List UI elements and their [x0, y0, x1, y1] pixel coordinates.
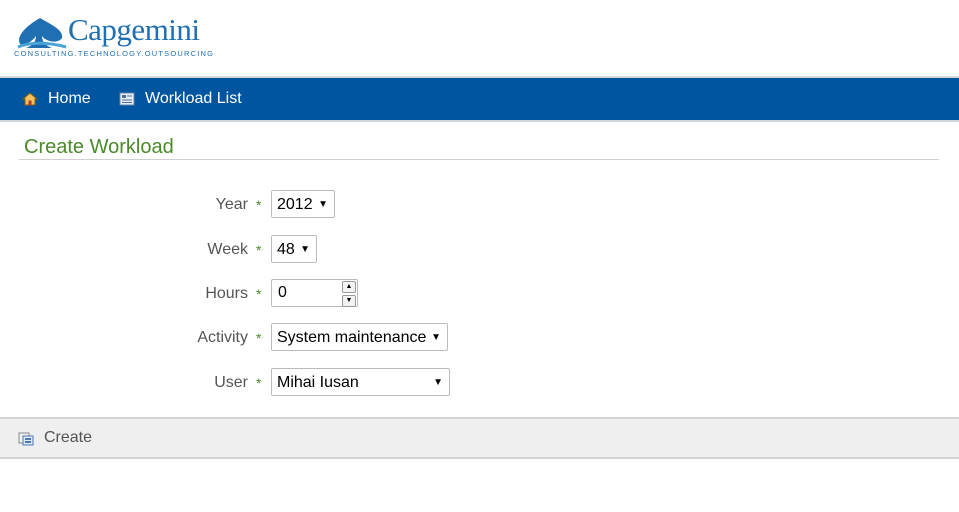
- dropdown-arrow-icon: ▼: [433, 377, 443, 388]
- dropdown-arrow-icon: ▼: [318, 199, 328, 210]
- document-list-icon: [119, 92, 135, 106]
- nav-home-label: Home: [48, 90, 91, 107]
- brand-tagline: CONSULTING.TECHNOLOGY.OUTSOURCING: [14, 49, 215, 58]
- brand-name: Capgemini: [68, 12, 200, 47]
- activity-select[interactable]: System maintenance ▼: [271, 323, 448, 351]
- week-select-value: 48: [277, 241, 295, 258]
- nav-workload-list[interactable]: Workload List: [119, 78, 242, 120]
- hours-spinner: ▲ ▼: [342, 281, 356, 307]
- week-label: Week: [207, 241, 248, 258]
- decrement-arrow-icon[interactable]: ▼: [342, 295, 356, 307]
- dropdown-arrow-icon: ▼: [431, 332, 441, 343]
- user-select-value: Mihai Iusan: [277, 374, 359, 391]
- year-select[interactable]: 2012 ▼: [271, 190, 335, 218]
- create-icon: [18, 432, 34, 446]
- home-icon: [22, 92, 38, 106]
- year-label: Year: [215, 196, 248, 213]
- user-select[interactable]: Mihai Iusan ▼: [271, 368, 450, 396]
- user-row: User * Mihai Iusan ▼: [0, 368, 959, 398]
- spade-logo-icon: [17, 18, 67, 49]
- capgemini-logo: Capgemini CONSULTING.TECHNOLOGY.OUTSOURC…: [12, 12, 215, 62]
- user-label: User: [214, 374, 248, 391]
- week-select[interactable]: 48 ▼: [271, 235, 317, 263]
- activity-row: Activity * System maintenance ▼: [0, 323, 959, 353]
- main-navbar: Home Workload List: [0, 78, 959, 122]
- dropdown-arrow-icon: ▼: [300, 244, 310, 255]
- nav-workload-list-label: Workload List: [145, 90, 242, 107]
- create-button-label: Create: [44, 429, 93, 446]
- increment-arrow-icon[interactable]: ▲: [342, 281, 356, 293]
- page-title: Create Workload: [24, 136, 174, 158]
- week-row: Week * 48 ▼: [0, 235, 959, 265]
- year-select-value: 2012: [277, 196, 313, 213]
- hours-input[interactable]: 0 ▲ ▼: [271, 279, 358, 307]
- year-row: Year * 2012 ▼: [0, 190, 959, 220]
- hours-row: Hours * 0 ▲ ▼: [0, 279, 959, 309]
- create-button[interactable]: Create: [18, 419, 92, 457]
- activity-select-value: System maintenance: [277, 329, 427, 346]
- required-marker: *: [256, 242, 262, 258]
- required-marker: *: [256, 330, 262, 346]
- required-marker: *: [256, 286, 262, 302]
- required-marker: *: [256, 197, 262, 213]
- required-marker: *: [256, 375, 262, 391]
- title-divider: [19, 159, 939, 160]
- nav-home[interactable]: Home: [22, 78, 91, 120]
- activity-label: Activity: [197, 329, 248, 346]
- action-bar: Create: [0, 417, 959, 459]
- hours-input-value: 0: [278, 284, 287, 301]
- hours-label: Hours: [205, 285, 248, 302]
